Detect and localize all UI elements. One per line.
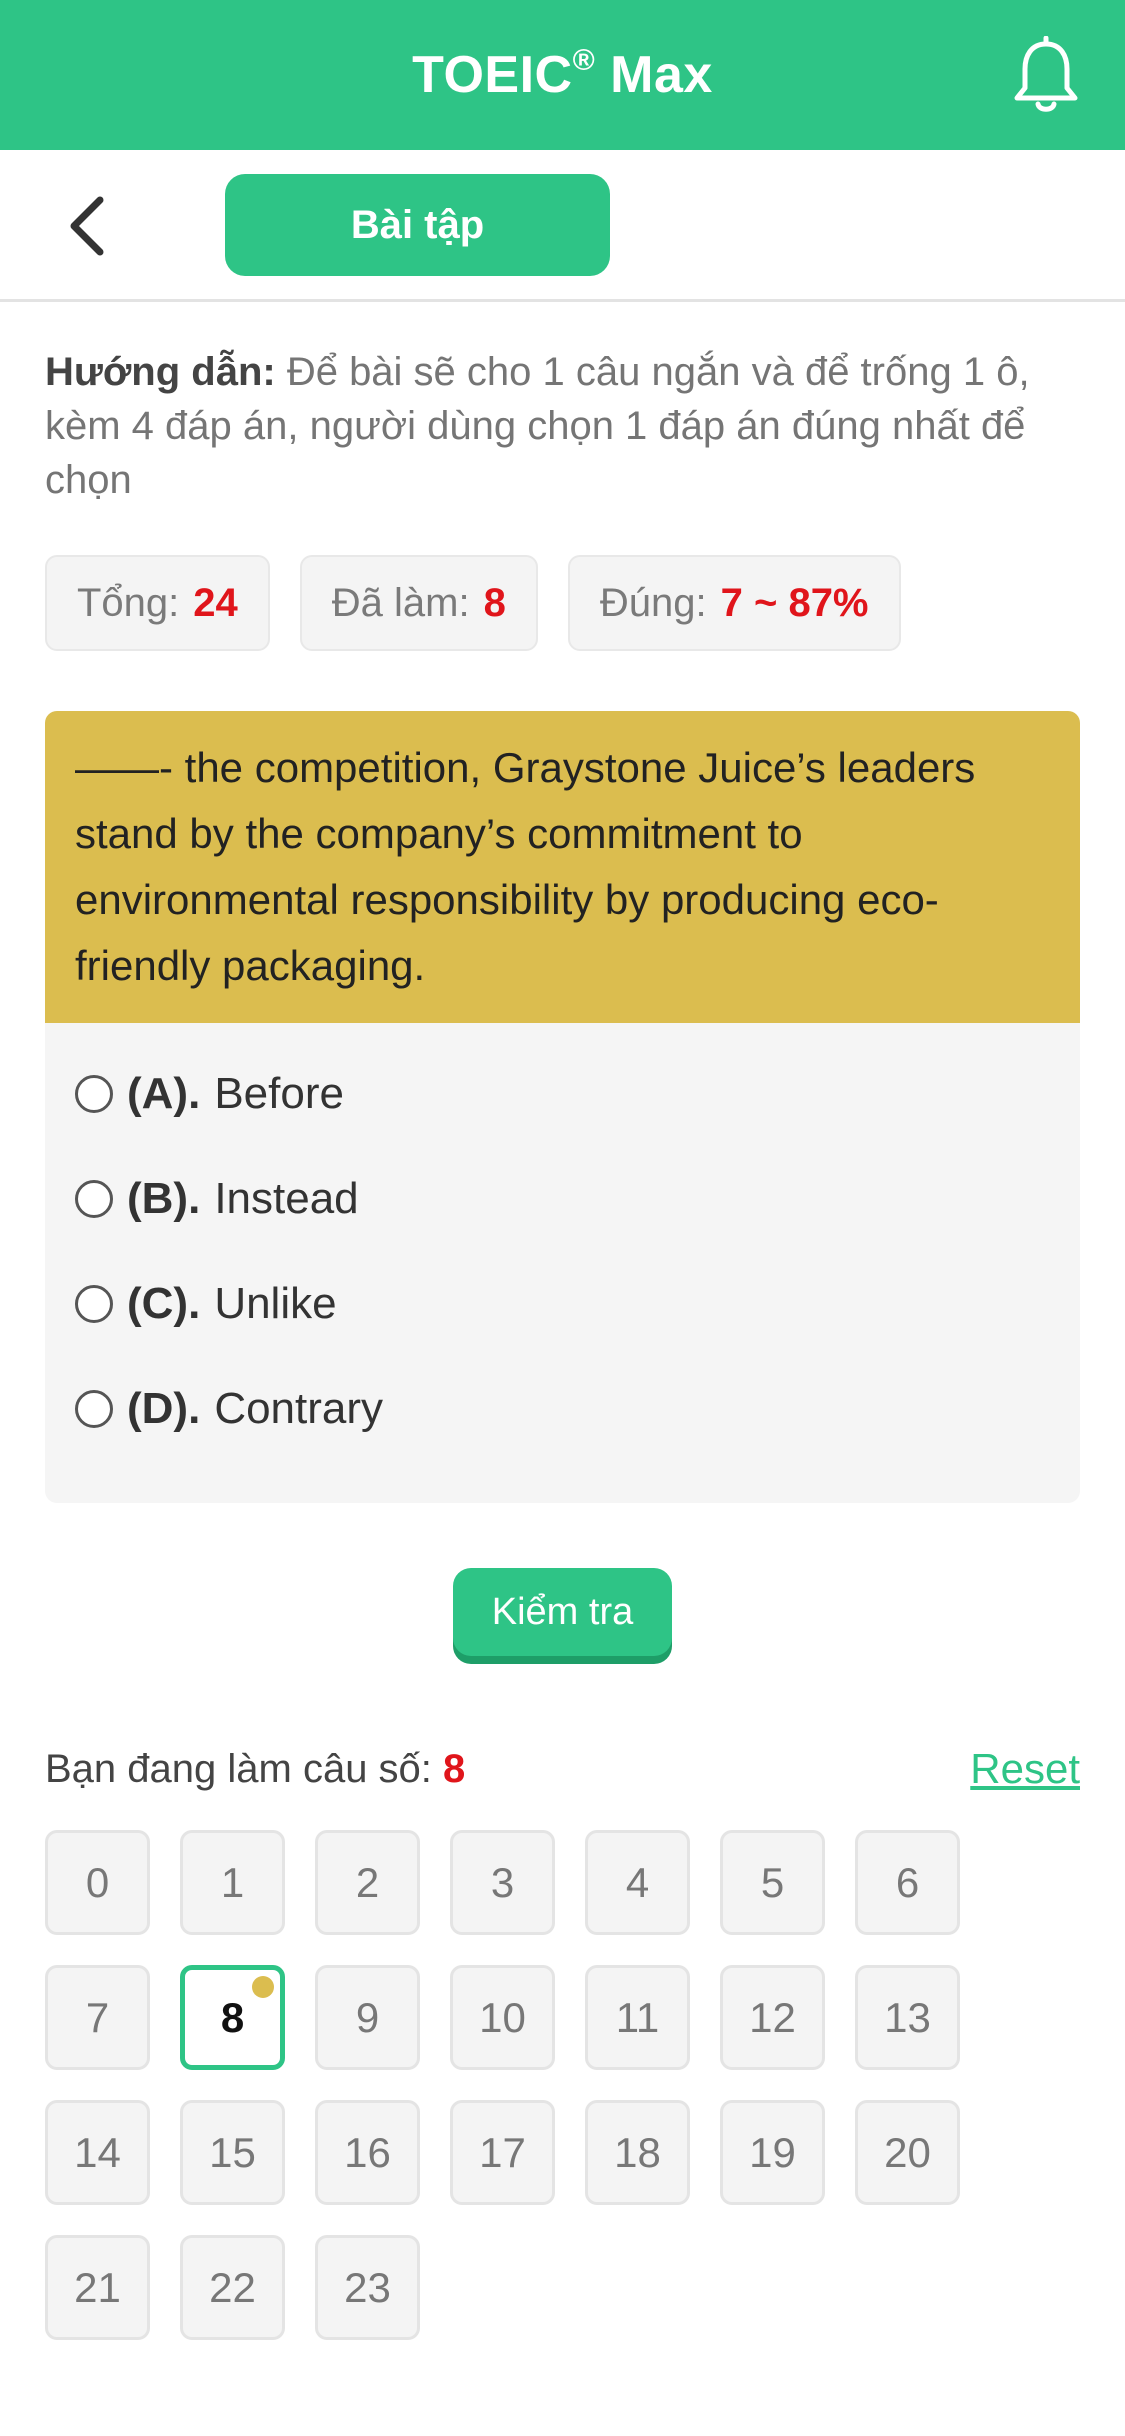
question-number-8[interactable]: 8 bbox=[180, 1965, 285, 2070]
question-number-19[interactable]: 19 bbox=[720, 2100, 825, 2205]
radio-button[interactable] bbox=[75, 1284, 113, 1323]
app-title: TOEIC® Max bbox=[412, 43, 713, 104]
stat-done: Đã làm: 8 bbox=[299, 555, 538, 651]
question-number-18[interactable]: 18 bbox=[585, 2100, 690, 2205]
question-number-17[interactable]: 17 bbox=[450, 2100, 555, 2205]
question-text: ——- the competition, Graystone Juice’s l… bbox=[45, 711, 1080, 1023]
question-number-1[interactable]: 1 bbox=[180, 1830, 285, 1935]
option-c[interactable]: (C). Unlike bbox=[45, 1251, 1080, 1356]
current-indicator-dot bbox=[252, 1976, 274, 1998]
question-number-13[interactable]: 13 bbox=[855, 1965, 960, 2070]
question-number-16[interactable]: 16 bbox=[315, 2100, 420, 2205]
question-number-14[interactable]: 14 bbox=[45, 2100, 150, 2205]
question-number-4[interactable]: 4 bbox=[585, 1830, 690, 1935]
answer-options: (A). Before (B). Instead (C). Unlike (D)… bbox=[45, 1023, 1080, 1461]
current-question-label: Bạn đang làm câu số: 8 bbox=[45, 1746, 466, 1791]
tab-exercises[interactable]: Bài tập bbox=[225, 174, 610, 276]
question-number-0[interactable]: 0 bbox=[45, 1830, 150, 1935]
question-number-12[interactable]: 12 bbox=[720, 1965, 825, 2070]
question-number-22[interactable]: 22 bbox=[180, 2235, 285, 2340]
radio-button[interactable] bbox=[75, 1179, 113, 1218]
stat-correct: Đúng: 7 ~ 87% bbox=[567, 555, 901, 651]
stat-done-value: 8 bbox=[483, 580, 506, 625]
question-number-20[interactable]: 20 bbox=[855, 2100, 960, 2205]
option-d[interactable]: (D). Contrary bbox=[45, 1356, 1080, 1461]
instructions-label: Hướng dẫn: bbox=[45, 350, 276, 394]
question-number-15[interactable]: 15 bbox=[180, 2100, 285, 2205]
stat-total-value: 24 bbox=[193, 580, 238, 625]
question-number-6[interactable]: 6 bbox=[855, 1830, 960, 1935]
question-number-7[interactable]: 7 bbox=[45, 1965, 150, 2070]
app-header: TOEIC® Max bbox=[0, 0, 1125, 150]
check-answer-button[interactable]: Kiểm tra bbox=[453, 1568, 672, 1656]
question-number-23[interactable]: 23 bbox=[315, 2235, 420, 2340]
option-b[interactable]: (B). Instead bbox=[45, 1146, 1080, 1251]
current-question-row: Bạn đang làm câu số: 8 Reset bbox=[45, 1745, 1080, 1793]
option-a[interactable]: (A). Before bbox=[45, 1041, 1080, 1146]
question-number-11[interactable]: 11 bbox=[585, 1965, 690, 2070]
question-number-21[interactable]: 21 bbox=[45, 2235, 150, 2340]
question-number-10[interactable]: 10 bbox=[450, 1965, 555, 2070]
sub-navigation: Bài tập bbox=[0, 150, 1125, 302]
stat-total: Tổng: 24 bbox=[45, 555, 270, 651]
question-number-2[interactable]: 2 bbox=[315, 1830, 420, 1935]
reset-link[interactable]: Reset bbox=[970, 1745, 1080, 1793]
instructions: Hướng dẫn: Để bài sẽ cho 1 câu ngắn và đ… bbox=[45, 345, 1085, 507]
question-grid: 0 1 2 3 4 5 6 7 8 9 10 11 12 13 14 15 16 17 18 19 20 21 22 23 bbox=[45, 1830, 1045, 2340]
question-number-3[interactable]: 3 bbox=[450, 1830, 555, 1935]
stat-correct-value: 7 ~ 87% bbox=[720, 580, 869, 625]
radio-button[interactable] bbox=[75, 1389, 113, 1428]
question-card: ——- the competition, Graystone Juice’s l… bbox=[45, 711, 1080, 1503]
chevron-left-icon[interactable] bbox=[60, 190, 120, 262]
radio-button[interactable] bbox=[75, 1074, 113, 1113]
stats-bar: Tổng: 24 Đã làm: 8 Đúng: 7 ~ 87% bbox=[45, 555, 901, 651]
question-number-5[interactable]: 5 bbox=[720, 1830, 825, 1935]
question-number-9[interactable]: 9 bbox=[315, 1965, 420, 2070]
bell-icon[interactable] bbox=[1011, 36, 1081, 116]
